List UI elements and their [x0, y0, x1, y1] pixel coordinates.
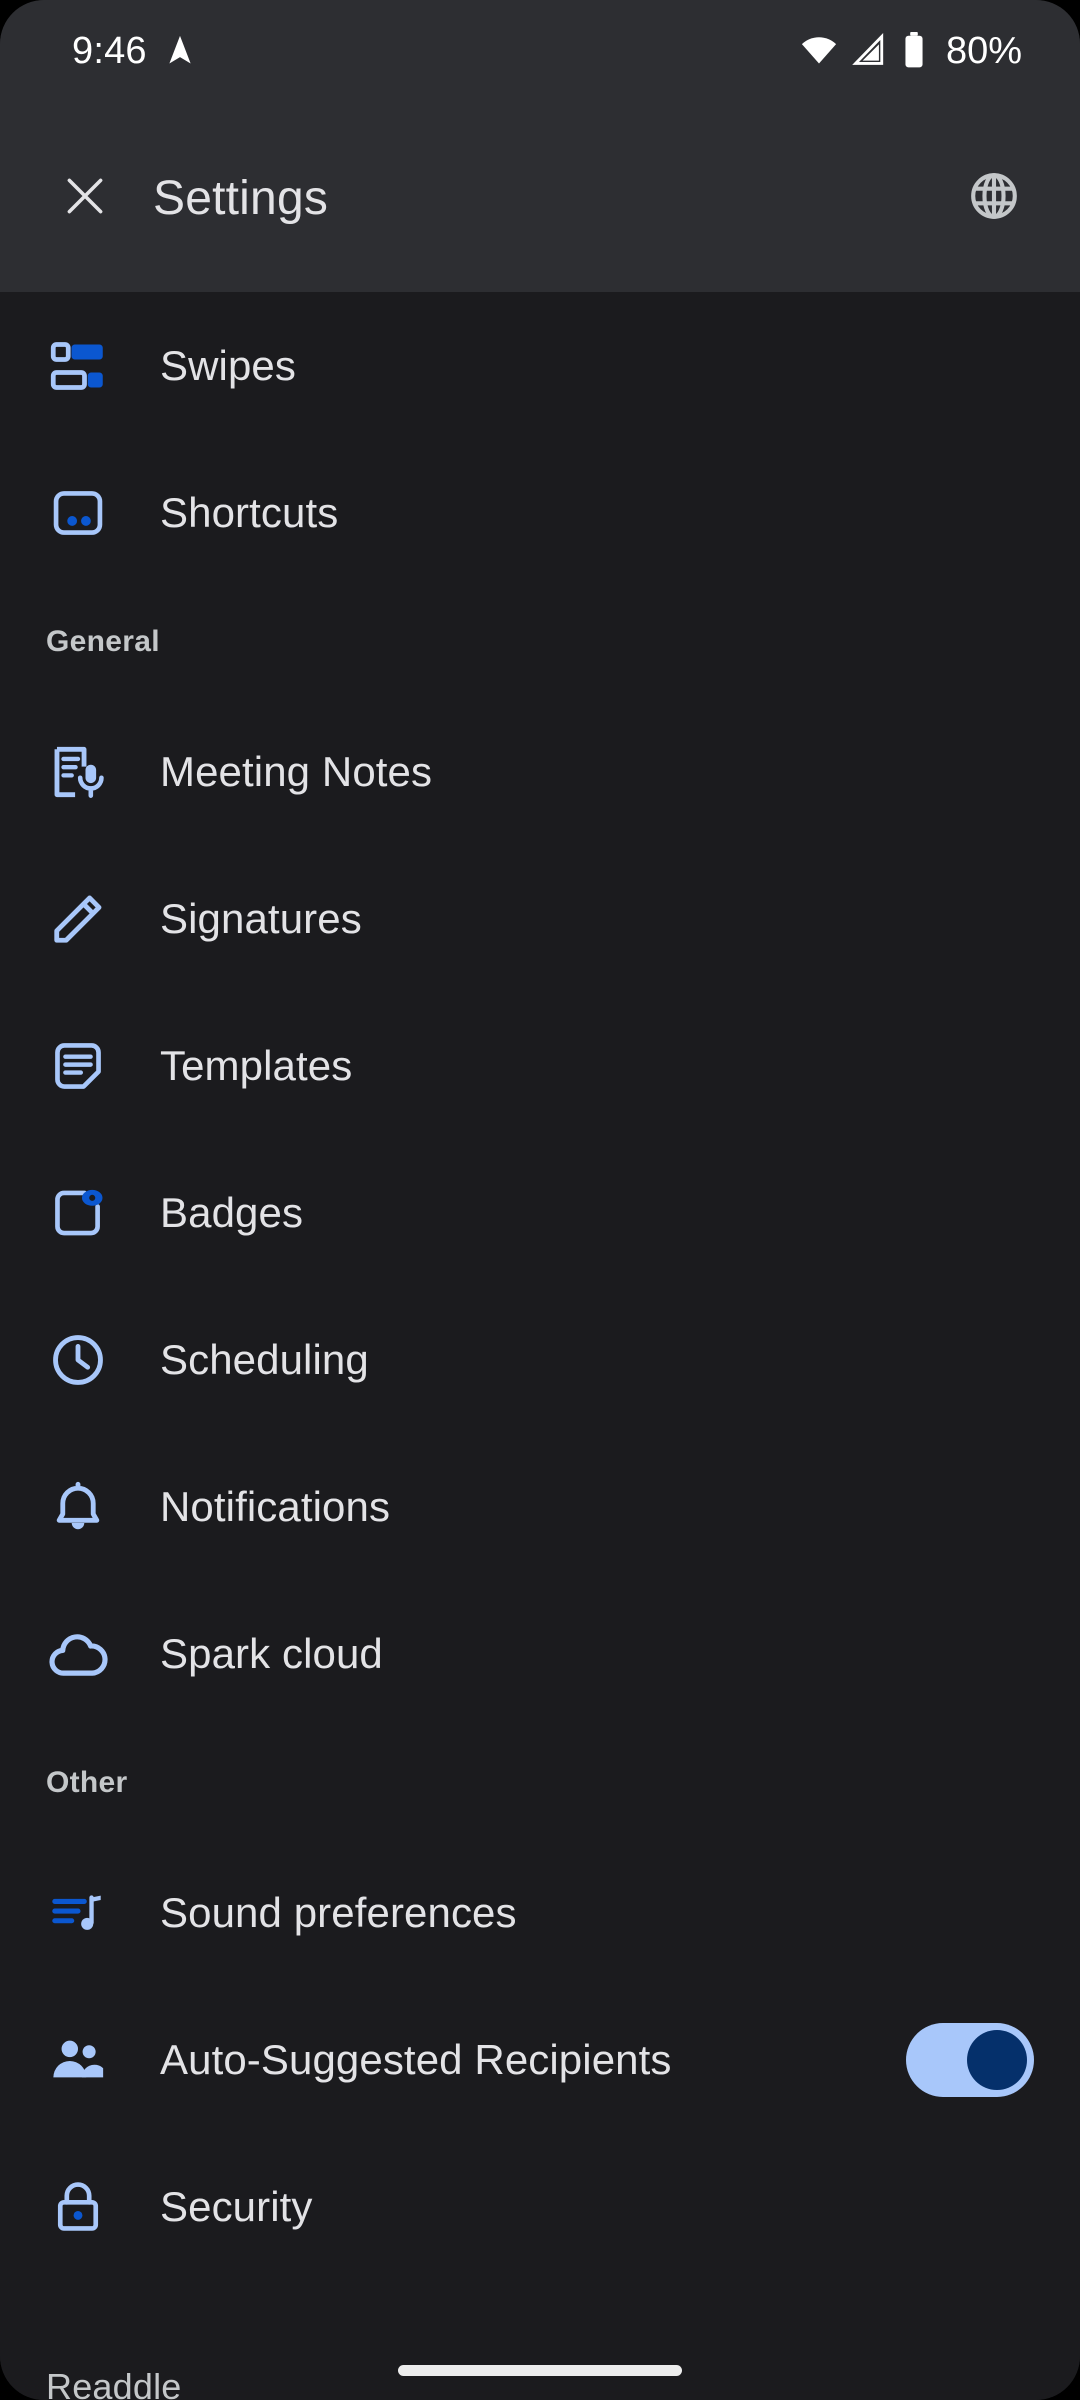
settings-row-label: Shortcuts [160, 488, 339, 536]
gesture-nav-bar[interactable] [398, 2365, 682, 2376]
section-header-other: Other [46, 1766, 128, 1799]
settings-row-label: Scheduling [160, 1335, 369, 1383]
clock-icon [46, 1328, 110, 1392]
globe-icon [968, 170, 1020, 227]
settings-row-label: Meeting Notes [160, 747, 433, 795]
settings-row-spark-cloud[interactable]: Spark cloud [0, 1580, 1080, 1727]
battery-icon [900, 31, 928, 74]
settings-row-swipes[interactable]: Swipes [0, 292, 1080, 439]
cloud-icon [46, 1622, 110, 1686]
settings-row-notifications[interactable]: Notifications [0, 1433, 1080, 1580]
settings-row-label: Swipes [160, 341, 296, 389]
swipes-icon [46, 334, 110, 398]
cellular-signal-icon [852, 32, 886, 72]
settings-row-sound-preferences[interactable]: Sound preferences [0, 1839, 1080, 1986]
pencil-icon [46, 887, 110, 951]
close-icon [60, 171, 110, 226]
toggle-knob [967, 2029, 1027, 2090]
settings-row-scheduling[interactable]: Scheduling [0, 1286, 1080, 1433]
badges-icon [46, 1181, 110, 1245]
battery-percent: 80% [945, 30, 1022, 72]
templates-icon [46, 1034, 110, 1098]
shortcuts-icon [46, 481, 110, 545]
music-note-list-icon [46, 1881, 110, 1945]
settings-row-label: Signatures [160, 894, 362, 942]
settings-row-meeting-notes[interactable]: Meeting Notes [0, 698, 1080, 845]
settings-row-label: Sound preferences [160, 1888, 517, 1936]
settings-row-label: Notifications [160, 1482, 391, 1530]
language-button[interactable] [956, 160, 1032, 236]
settings-row-shortcuts[interactable]: Shortcuts [0, 439, 1080, 586]
settings-row-label: Auto-Suggested Recipients [160, 2035, 672, 2083]
page-title: Settings [153, 171, 329, 225]
wifi-icon [800, 31, 838, 74]
brand-label: Readdle [46, 2366, 182, 2400]
settings-row-label: Badges [160, 1188, 304, 1236]
settings-row-security[interactable]: Security [0, 2133, 1080, 2280]
status-bar-right: 80% [800, 31, 1022, 74]
phone-screen: 9:46 80% Settings Swipes Shortcuts Gener… [0, 0, 1080, 2400]
auto-suggested-recipients-toggle[interactable] [906, 2022, 1034, 2097]
settings-list: Swipes Shortcuts General Meeting Notes S… [0, 292, 1080, 2400]
status-bar-clock: 9:46 [72, 30, 147, 72]
settings-row-auto-suggested-recipients[interactable]: Auto-Suggested Recipients [0, 1986, 1080, 2133]
section-header-general: General [46, 625, 160, 658]
settings-row-badges[interactable]: Badges [0, 1139, 1080, 1286]
navigation-arrow-icon [163, 33, 197, 72]
settings-row-signatures[interactable]: Signatures [0, 845, 1080, 992]
status-bar-left: 9:46 [72, 32, 197, 72]
meeting-notes-icon [46, 740, 110, 804]
bell-icon [46, 1475, 110, 1539]
settings-row-templates[interactable]: Templates [0, 992, 1080, 1139]
close-button[interactable] [46, 159, 124, 237]
settings-row-label: Templates [160, 1041, 353, 1089]
settings-row-label: Security [160, 2182, 313, 2230]
status-bar: 9:46 80% [0, 0, 1080, 104]
lock-icon [46, 2175, 110, 2239]
people-icon [46, 2028, 110, 2092]
settings-row-label: Spark cloud [160, 1629, 383, 1677]
app-bar: Settings [0, 104, 1080, 292]
